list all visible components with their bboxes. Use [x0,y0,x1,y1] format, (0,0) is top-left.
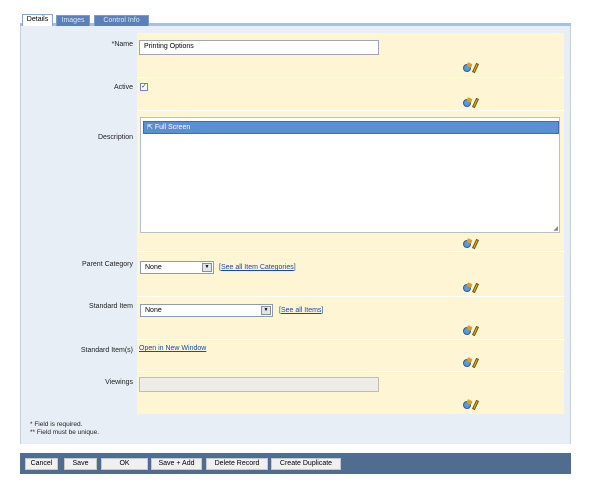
tab-control-info[interactable]: Control Info [94,15,149,26]
ok-button[interactable]: OK [101,458,148,470]
dropdown-arrow-icon[interactable]: ▼ [202,263,212,272]
pencil-icon[interactable] [472,357,479,369]
row-actions [463,399,481,411]
pencil-icon[interactable] [472,399,479,411]
see-all-items: [See all Items] [279,307,323,314]
parent-category-label: Parent Category [82,261,133,268]
gear-wrench-icon[interactable] [463,240,471,248]
action-bar: Cancel Save OK Save + Add Delete Record … [20,453,571,474]
delete-record-button[interactable]: Delete Record [206,458,268,470]
active-label: Active [113,84,133,91]
save-button[interactable]: Save [64,458,97,470]
create-duplicate-button[interactable]: Create Duplicate [271,458,341,470]
bracket-close: ] [293,264,296,271]
gear-wrench-icon[interactable] [463,359,471,367]
description-selected-item[interactable]: ⇱ Full Screen [143,121,559,134]
row-divider [137,251,564,252]
pencil-icon[interactable] [472,325,479,337]
standard-item-label: Standard Item [89,303,133,310]
standard-item-value: None [145,307,162,314]
bracket-close: ] [321,307,324,314]
row-actions [463,97,481,109]
see-all-items-link[interactable]: See all Items [281,307,321,314]
row-divider [137,339,564,340]
dropdown-arrow-icon[interactable]: ▼ [261,306,271,315]
parent-category-value: None [145,264,162,271]
cancel-button[interactable]: Cancel [25,458,58,470]
gear-wrench-icon[interactable] [463,401,471,409]
viewings-input [139,377,379,392]
row-actions [463,282,481,294]
unique-note: ** Field must be unique. [30,429,100,436]
tab-bar: Details Images Control Info [20,13,571,26]
row-divider [137,77,564,78]
active-checkbox[interactable]: ✓ [140,83,148,91]
required-note: * Field is required. [30,421,83,428]
open-in-new-window-link[interactable]: Open in New Window [139,345,206,352]
tab-images[interactable]: Images [56,15,90,26]
save-add-button[interactable]: Save + Add [151,458,202,470]
field-notes: * Field is required. ** Field must be un… [30,421,99,437]
parent-category-select[interactable]: None ▼ [140,261,214,274]
pencil-icon[interactable] [472,97,479,109]
gear-wrench-icon[interactable] [463,327,471,335]
gear-wrench-icon[interactable] [463,64,471,72]
tab-details[interactable]: Details [22,14,53,26]
see-all-categories-link[interactable]: See all Item Categories [221,264,294,271]
row-divider [137,371,564,372]
description-editor[interactable]: ⇱ Full Screen ◢ [140,117,560,233]
row-actions [463,357,481,369]
name-input[interactable]: Printing Options [139,40,379,55]
row-actions [463,238,481,250]
description-item-label: Full Screen [154,124,191,131]
description-label: Description [97,134,133,141]
standard-item-select[interactable]: None ▼ [140,304,273,317]
gear-wrench-icon[interactable] [463,284,471,292]
viewings-label: Viewings [105,379,133,386]
name-label: *Name [111,41,133,48]
expand-icon: ⇱ [147,124,153,131]
resize-handle-icon[interactable]: ◢ [553,225,558,232]
row-actions [463,325,481,337]
pencil-icon[interactable] [472,282,479,294]
row-divider [137,110,564,111]
pencil-icon[interactable] [472,238,479,250]
pencil-icon[interactable] [472,62,479,74]
open-in-new-window: Open in New Window [139,345,206,352]
gear-wrench-icon[interactable] [463,99,471,107]
row-actions [463,62,481,74]
standard-items-label: Standard Item(s) [80,347,133,354]
row-divider [137,296,564,297]
see-all-categories: [See all Item Categories] [219,264,296,271]
